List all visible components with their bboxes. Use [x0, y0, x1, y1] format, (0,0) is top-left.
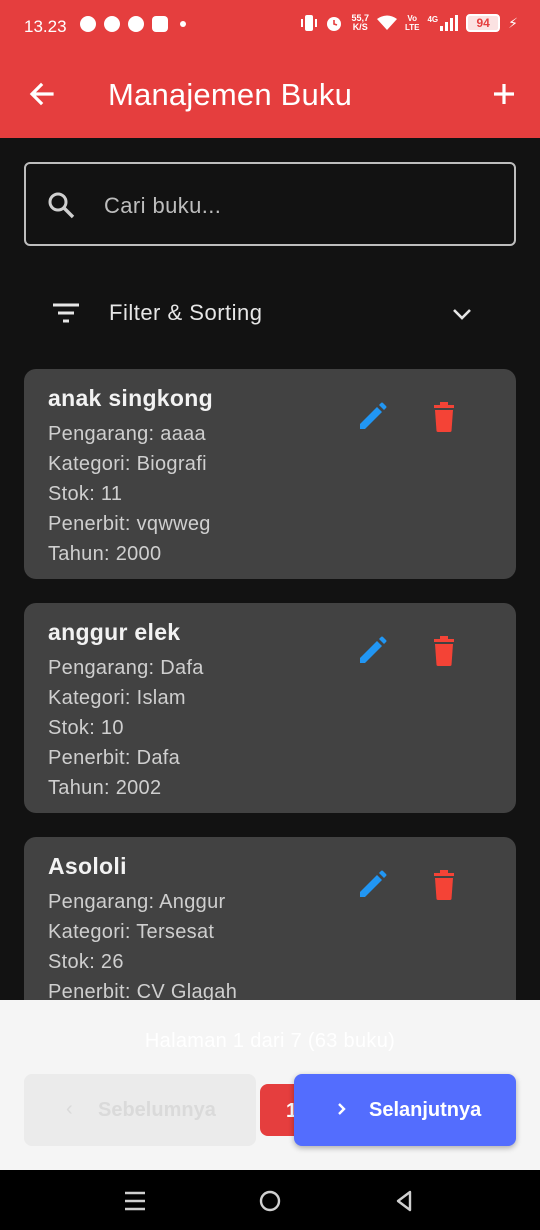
chevron-down-icon[interactable]	[450, 302, 474, 326]
book-card[interactable]: anak singkong Pengarang: aaaa Kategori: …	[24, 369, 516, 579]
previous-button[interactable]: ‹ Sebelumnya	[24, 1074, 256, 1146]
book-title: anak singkong	[48, 385, 213, 411]
signal-icon: 4G	[427, 15, 459, 31]
system-icons: 55,7 K/S Vo LTE 4G 94 ⚡	[301, 14, 518, 32]
back-arrow-icon[interactable]	[24, 76, 60, 112]
volte-top: Vo	[407, 14, 418, 23]
delete-icon[interactable]	[426, 867, 462, 903]
settings-icon	[128, 16, 144, 32]
charging-icon: ⚡	[508, 14, 518, 31]
next-label: Selanjutnya	[369, 1099, 482, 1121]
book-category: Kategori: Tersesat	[48, 921, 215, 943]
edit-icon[interactable]	[354, 867, 390, 903]
book-title: anggur elek	[48, 619, 181, 645]
chat-icon	[104, 16, 120, 32]
book-stock: Stok: 26	[48, 951, 124, 973]
filter-sorting-toggle[interactable]: Filter & Sorting	[24, 280, 516, 346]
book-stock: Stok: 10	[48, 717, 124, 739]
book-card[interactable]: anggur elek Pengarang: Dafa Kategori: Is…	[24, 603, 516, 813]
chevron-left-icon: ‹	[66, 1098, 73, 1120]
book-author: Pengarang: Dafa	[48, 657, 204, 679]
book-title: Asololi	[48, 853, 127, 879]
net-speed-unit: K/S	[352, 22, 368, 32]
delete-icon[interactable]	[426, 399, 462, 435]
book-year: Tahun: 2002	[48, 777, 162, 799]
book-category: Kategori: Biografi	[48, 453, 207, 475]
search-input[interactable]: Cari buku...	[24, 162, 516, 246]
search-icon	[48, 192, 75, 219]
book-publisher: Penerbit: Dafa	[48, 747, 181, 769]
header: 13.23 55,7 K/S Vo LTE 4G 94 ⚡ Manajemen …	[0, 0, 540, 138]
chevron-right-icon	[338, 1103, 346, 1115]
page-info: Halaman 1 dari 7 (63 buku)	[144, 1030, 396, 1052]
book-category: Kategori: Islam	[48, 687, 186, 709]
book-author: Pengarang: Anggur	[48, 891, 226, 913]
back-nav-icon[interactable]	[391, 1188, 417, 1214]
battery-icon: 94	[466, 14, 501, 32]
vibrate-icon	[301, 15, 318, 31]
volte-indicator: Vo LTE	[405, 14, 420, 32]
book-details: Pengarang: aaaa Kategori: Biografi Stok:…	[48, 419, 211, 569]
pagination-panel: Halaman 1 dari 7 (63 buku) ‹ Sebelumnya …	[0, 1000, 540, 1170]
page-title: Manajemen Buku	[108, 77, 353, 112]
book-stock: Stok: 11	[48, 483, 123, 505]
notification-icons	[80, 16, 186, 32]
next-button[interactable]: Selanjutnya	[294, 1074, 516, 1146]
battery-level: 94	[476, 16, 490, 30]
screen: 13.23 55,7 K/S Vo LTE 4G 94 ⚡ Manajemen …	[0, 0, 540, 1230]
net-speed: 55,7 K/S	[351, 14, 369, 32]
edit-icon[interactable]	[354, 399, 390, 435]
network-type: 4G	[427, 15, 439, 24]
wifi-icon	[376, 15, 397, 30]
whatsapp-icon	[80, 16, 96, 32]
book-details: Pengarang: Dafa Kategori: Islam Stok: 10…	[48, 653, 204, 803]
search-placeholder: Cari buku...	[104, 193, 222, 218]
alarm-icon	[327, 17, 342, 31]
recent-apps-icon[interactable]	[122, 1188, 148, 1214]
filter-icon	[53, 303, 79, 323]
delete-icon[interactable]	[426, 633, 462, 669]
edit-icon[interactable]	[354, 633, 390, 669]
book-list: anak singkong Pengarang: aaaa Kategori: …	[24, 369, 516, 1071]
book-details: Pengarang: Anggur Kategori: Tersesat Sto…	[48, 887, 237, 1007]
previous-label: Sebelumnya	[98, 1099, 216, 1121]
filter-label: Filter & Sorting	[109, 300, 263, 325]
book-author: Pengarang: aaaa	[48, 423, 206, 445]
home-icon[interactable]	[257, 1188, 283, 1214]
status-time: 13.23	[24, 17, 67, 36]
instagram-icon	[152, 16, 168, 32]
more-notifications-icon	[180, 21, 186, 27]
add-book-icon[interactable]	[486, 76, 522, 112]
book-year: Tahun: 2000	[48, 543, 162, 565]
volte-bottom: LTE	[404, 23, 420, 32]
app-bar: Manajemen Buku	[0, 56, 540, 138]
status-bar: 13.23 55,7 K/S Vo LTE 4G 94 ⚡	[0, 0, 540, 56]
system-nav-bar	[0, 1170, 540, 1230]
book-publisher: Penerbit: vqwweg	[48, 513, 211, 535]
